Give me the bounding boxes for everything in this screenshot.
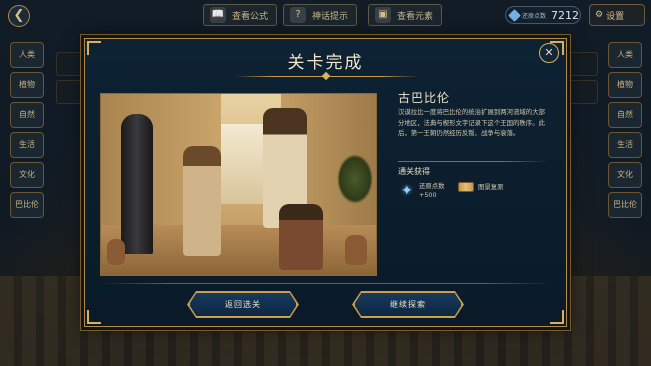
reward-points: ✦ 还原点数 +500 xyxy=(401,182,445,200)
continue-explore-button[interactable]: 继续探索 xyxy=(354,292,462,317)
scroll-icon xyxy=(458,182,474,192)
book-icon: 📖 xyxy=(210,7,226,23)
close-icon: ✕ xyxy=(544,46,554,59)
reward-points-label: 还原点数 xyxy=(419,182,445,190)
rail-item-nature[interactable]: 自然 xyxy=(10,102,44,128)
era-name: 古巴比伦 xyxy=(398,91,451,105)
rewards-title: 通关获得 xyxy=(398,167,430,176)
reward-points-text: 还原点数 +500 xyxy=(419,182,445,200)
clay-jar xyxy=(345,235,367,265)
level-complete-dialog: 关卡完成 ✕ 古巴比伦 汉谟拉比一度将巴比伦的统治扩展到两河流域的大部分地区，法… xyxy=(84,38,567,327)
code-stele xyxy=(121,114,153,254)
rail-item-human[interactable]: 人类 xyxy=(608,42,642,68)
myth-hint-label: 神话提示 xyxy=(312,11,349,22)
bottom-divider xyxy=(100,283,551,284)
right-category-rail: 人类 植物 自然 生活 文化 巴比伦 xyxy=(608,42,644,222)
palm-plant xyxy=(337,154,373,204)
close-button[interactable]: ✕ xyxy=(539,43,559,63)
question-icon: ? xyxy=(290,7,306,23)
section-divider xyxy=(398,161,548,162)
chevron-left-icon: ❮ xyxy=(13,8,25,23)
points-value: 7212 xyxy=(551,8,580,22)
box-icon: ▣ xyxy=(375,7,391,23)
ornament-corner xyxy=(550,310,564,324)
star-icon: ✦ xyxy=(401,183,413,199)
reward-points-amount: +500 xyxy=(419,191,437,199)
dialog-title: 关卡完成 xyxy=(287,53,364,73)
figure-scribe xyxy=(183,146,221,256)
rail-item-life[interactable]: 生活 xyxy=(10,132,44,158)
rail-item-babylon[interactable]: 巴比伦 xyxy=(10,192,44,218)
clay-jar xyxy=(107,239,125,265)
myth-hint-button[interactable]: ? 神话提示 xyxy=(283,4,358,26)
rail-item-nature[interactable]: 自然 xyxy=(608,102,642,128)
rail-item-culture[interactable]: 文化 xyxy=(10,162,44,188)
rail-item-life[interactable]: 生活 xyxy=(608,132,642,158)
view-elements-button[interactable]: ▣ 查看元素 xyxy=(368,4,443,26)
rail-item-culture[interactable]: 文化 xyxy=(608,162,642,188)
settings-label: 设置 xyxy=(606,11,625,22)
rail-item-human[interactable]: 人类 xyxy=(10,42,44,68)
gem-icon xyxy=(508,8,521,22)
figure-seated-scribe xyxy=(279,204,323,270)
title-divider xyxy=(235,76,418,77)
left-category-rail: 人类 植物 自然 生活 文化 巴比伦 xyxy=(10,42,46,222)
rail-item-babylon[interactable]: 巴比伦 xyxy=(608,192,642,218)
view-elements-label: 查看元素 xyxy=(397,11,434,22)
back-button[interactable]: ❮ xyxy=(8,5,30,27)
back-to-levels-button[interactable]: 返回选关 xyxy=(189,292,297,317)
reward-scene-label: 图景复原 xyxy=(478,182,504,191)
reward-scene-restore: 图景复原 xyxy=(458,182,504,192)
view-formula-button[interactable]: 📖 查看公式 xyxy=(203,4,278,26)
points-label: 还原点数 xyxy=(522,12,547,20)
era-description: 汉谟拉比一度将巴比伦的统治扩展到两河流域的大部分地区，法典与楔形文字记录下这个王… xyxy=(398,108,545,137)
settings-button[interactable]: ⚙ 设置 xyxy=(589,4,645,26)
restore-points-counter: 还原点数 7212 xyxy=(505,6,581,24)
rail-item-plant[interactable]: 植物 xyxy=(10,72,44,98)
gear-icon: ⚙ xyxy=(595,10,604,20)
view-formula-label: 查看公式 xyxy=(232,11,269,22)
babylon-illustration xyxy=(100,93,377,276)
ornament-corner xyxy=(87,310,101,324)
rail-item-plant[interactable]: 植物 xyxy=(608,72,642,98)
